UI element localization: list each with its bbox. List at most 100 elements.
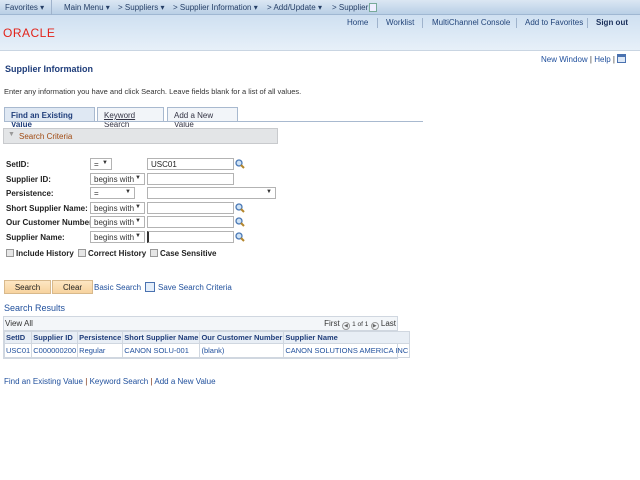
page-indicator: 1 of 1 <box>352 321 369 328</box>
column-header[interactable]: Persistence <box>77 331 124 344</box>
short-supplier-name-operator-select[interactable]: begins with ▼ <box>90 202 145 214</box>
collapse-triangle-icon: ▼ <box>8 131 15 138</box>
add-to-favorites-link[interactable]: Add to Favorites <box>525 18 583 27</box>
view-all-link[interactable]: View All <box>5 319 33 328</box>
save-search-criteria-icon[interactable] <box>145 282 155 292</box>
tab-add-new-value[interactable]: Add a New Value <box>167 107 238 129</box>
search-button[interactable]: Search <box>4 280 51 294</box>
tab-underline <box>4 121 423 122</box>
personalize-page-icon[interactable] <box>617 54 627 63</box>
operator-value: begins with <box>94 218 135 227</box>
sign-out-link[interactable]: Sign out <box>596 18 628 27</box>
short-supplier-name-label: Short Supplier Name: <box>6 204 88 213</box>
supplier-id-input[interactable] <box>147 173 234 185</box>
operator-value: = <box>94 160 99 169</box>
crumb-label: Add/Update <box>273 3 316 12</box>
divider <box>422 18 423 28</box>
column-header[interactable]: Short Supplier Name <box>122 331 201 344</box>
lookup-supplier-name-icon[interactable] <box>235 232 245 242</box>
column-header[interactable]: Supplier ID <box>31 331 79 344</box>
setid-operator-select[interactable]: = ▼ <box>90 158 112 170</box>
setid-input[interactable]: USC01 <box>147 158 234 170</box>
result-cell-link[interactable]: C000000200 <box>33 346 76 355</box>
results-table: SetID Supplier ID Persistence Short Supp… <box>3 331 411 358</box>
supplier-name-input[interactable] <box>147 231 234 243</box>
dropdown-arrow-icon: ▼ <box>135 233 141 239</box>
checkbox-box[interactable] <box>6 249 14 257</box>
basic-search-link[interactable]: Basic Search <box>94 283 141 292</box>
our-customer-number-input[interactable] <box>147 216 234 228</box>
result-cell-link[interactable]: CANON SOLUTIONS AMERICA INC <box>285 346 408 355</box>
result-cell-link[interactable]: USC01 <box>6 346 30 355</box>
checkbox-label: Correct History <box>88 249 147 258</box>
result-cell-link[interactable]: Regular <box>79 346 105 355</box>
footer-find-existing-value-link[interactable]: Find an Existing Value <box>4 377 83 386</box>
next-icon[interactable]: ▶ <box>370 322 379 330</box>
checkbox-box[interactable] <box>150 249 158 257</box>
breadcrumb-supplier[interactable]: > Supplier <box>332 3 368 12</box>
previous-icon[interactable]: ◀ <box>341 322 350 330</box>
main-menu-label: Main Menu <box>64 3 104 12</box>
table-header-row: SetID Supplier ID Persistence Short Supp… <box>3 331 411 344</box>
breadcrumb-supplier-information[interactable]: > Supplier Information ▾ <box>173 3 258 12</box>
search-criteria-header[interactable]: ▼ Search Criteria <box>3 128 278 144</box>
dropdown-arrow-icon: ▼ <box>135 204 141 210</box>
result-cell-link[interactable]: CANON SOLU-001 <box>124 346 189 355</box>
persistence-operator-select[interactable]: = ▼ <box>90 187 135 199</box>
supplier-name-label: Supplier Name: <box>6 233 65 242</box>
supplier-id-operator-select[interactable]: begins with ▼ <box>90 173 145 185</box>
checkbox-box[interactable] <box>78 249 86 257</box>
supplier-id-label: Supplier ID: <box>6 175 51 184</box>
short-supplier-name-input[interactable] <box>147 202 234 214</box>
lookup-setid-icon[interactable] <box>235 159 245 169</box>
home-link[interactable]: Home <box>347 18 368 27</box>
supplier-name-operator-select[interactable]: begins with ▼ <box>90 231 145 243</box>
dropdown-arrow-icon: ▼ <box>102 160 108 166</box>
favorites-label: Favorites <box>5 3 38 12</box>
help-link[interactable]: Help <box>594 55 610 64</box>
multichannel-console-link[interactable]: MultiChannel Console <box>432 18 510 27</box>
operator-value: begins with <box>94 233 135 242</box>
column-header[interactable]: Supplier Name <box>283 331 411 344</box>
column-header[interactable]: SetID <box>3 331 33 344</box>
table-row[interactable]: USC01 C000000200 Regular CANON SOLU-001 … <box>3 343 411 358</box>
persistence-select[interactable]: ▼ <box>147 187 276 199</box>
favorites-menu[interactable]: Favorites ▾ <box>5 3 44 12</box>
our-customer-number-operator-select[interactable]: begins with ▼ <box>90 216 145 228</box>
last-label[interactable]: Last <box>381 319 396 328</box>
instructions: Enter any information you have and click… <box>4 87 302 96</box>
crumb-label: Suppliers <box>124 3 159 12</box>
divider <box>51 0 52 15</box>
persistence-label: Persistence: <box>6 189 54 198</box>
checkbox-label: Include History <box>16 249 74 258</box>
result-cell-link[interactable]: (blank) <box>201 346 224 355</box>
first-label[interactable]: First <box>324 319 340 328</box>
page-search-icon[interactable] <box>369 3 377 12</box>
include-history-checkbox[interactable]: Include History <box>6 249 74 258</box>
breadcrumb-suppliers[interactable]: > Suppliers ▾ <box>118 3 165 12</box>
tab-keyword-search[interactable]: Keyword Search <box>97 107 164 129</box>
save-search-criteria-link[interactable]: Save Search Criteria <box>158 283 232 292</box>
breadcrumb-add-update[interactable]: > Add/Update ▾ <box>267 3 322 12</box>
new-window-link[interactable]: New Window <box>541 55 588 64</box>
our-customer-number-label: Our Customer Number: <box>6 218 95 227</box>
divider: | <box>150 377 153 386</box>
clear-button[interactable]: Clear <box>52 280 93 294</box>
case-sensitive-checkbox[interactable]: Case Sensitive <box>150 249 216 258</box>
worklist-link[interactable]: Worklist <box>386 18 414 27</box>
tab-find-existing-value[interactable]: Find an Existing Value <box>4 107 95 129</box>
lookup-short-supplier-name-icon[interactable] <box>235 203 245 213</box>
footer-add-new-value-link[interactable]: Add a New Value <box>154 377 215 386</box>
search-results-grid: View All First ◀ 1 of 1 ▶ Last SetID Sup… <box>3 316 411 359</box>
page-title: Supplier Information <box>5 64 94 74</box>
main-menu[interactable]: Main Menu ▾ <box>64 3 110 12</box>
dropdown-arrow-icon: ▼ <box>135 175 141 181</box>
correct-history-checkbox[interactable]: Correct History <box>78 249 146 258</box>
divider: | <box>589 55 592 64</box>
footer-keyword-search-link[interactable]: Keyword Search <box>90 377 149 386</box>
column-header[interactable]: Our Customer Number <box>199 331 285 344</box>
search-criteria-label: Search Criteria <box>19 132 73 141</box>
header-bar: Home Worklist MultiChannel Console Add t… <box>0 15 640 51</box>
crumb-label: Supplier <box>338 3 369 12</box>
lookup-our-customer-number-icon[interactable] <box>235 217 245 227</box>
